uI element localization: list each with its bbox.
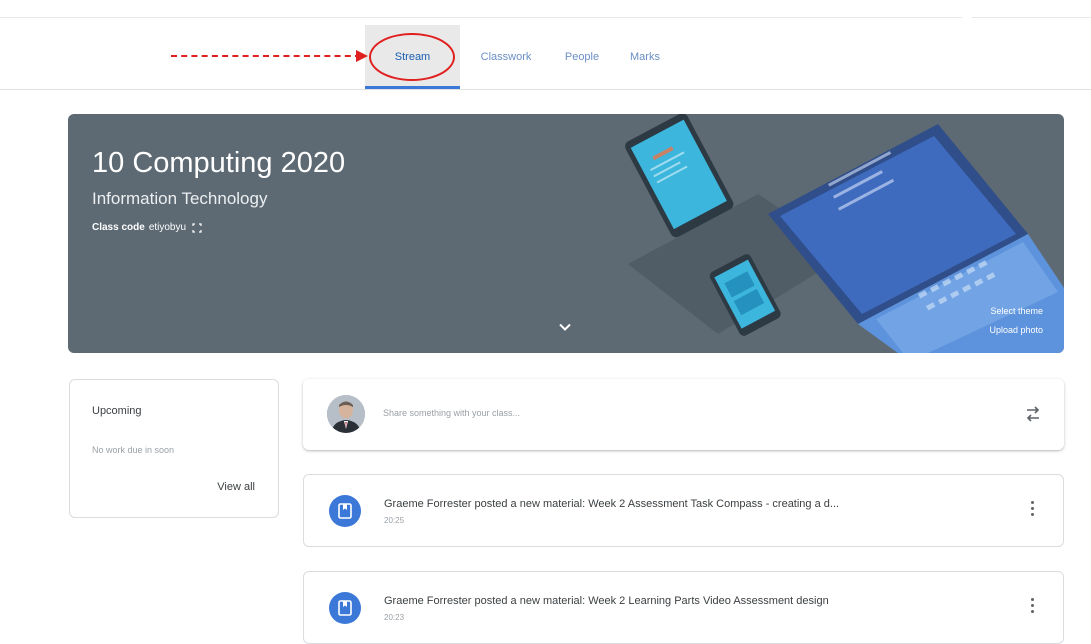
class-code-value: etiyobyu [148, 222, 187, 233]
annotation-arrow-line [171, 55, 361, 57]
tab-classwork[interactable]: Classwork [466, 25, 546, 89]
upload-photo-link[interactable]: Upload photo [989, 321, 1043, 340]
view-all-link[interactable]: View all [217, 481, 255, 493]
class-code: Class code etiyobyu [92, 222, 202, 233]
class-subtitle: Information Technology [92, 189, 268, 208]
top-divider [0, 17, 1091, 18]
more-vert-icon[interactable] [1029, 501, 1035, 521]
header-divider [0, 89, 1091, 90]
tab-marks[interactable]: Marks [615, 25, 675, 89]
material-icon[interactable] [329, 592, 361, 624]
annotation-ellipse [369, 33, 455, 81]
avatar [327, 395, 365, 433]
upcoming-empty-text: No work due in soon [92, 445, 175, 455]
tab-people[interactable]: People [549, 25, 615, 89]
class-banner: 10 Computing 2020 Information Technology… [68, 114, 1064, 353]
top-divider-notch [962, 13, 972, 21]
more-vert-icon[interactable] [1029, 598, 1035, 618]
class-title: 10 Computing 2020 [92, 147, 346, 179]
post-title[interactable]: Graeme Forrester posted a new material: … [384, 595, 974, 607]
banner-actions: Select theme Upload photo [989, 302, 1043, 340]
material-icon[interactable] [329, 495, 361, 527]
post-time: 20:25 [384, 516, 405, 525]
class-code-label: Class code [92, 222, 145, 233]
upcoming-title: Upcoming [92, 405, 142, 417]
share-box[interactable]: Share something with your class... [303, 379, 1064, 450]
annotation-arrow-head [356, 50, 368, 62]
select-theme-link[interactable]: Select theme [989, 302, 1043, 321]
post-time: 20:23 [384, 613, 405, 622]
repost-icon[interactable] [1024, 403, 1042, 425]
stream-post[interactable]: Graeme Forrester posted a new material: … [303, 474, 1064, 547]
post-title[interactable]: Graeme Forrester posted a new material: … [384, 498, 974, 510]
fullscreen-icon[interactable] [192, 222, 202, 233]
stream-post[interactable]: Graeme Forrester posted a new material: … [303, 571, 1064, 644]
share-input[interactable]: Share something with your class... [383, 408, 520, 418]
upcoming-card: Upcoming No work due in soon View all [69, 379, 279, 518]
chevron-down-icon[interactable] [557, 319, 573, 335]
